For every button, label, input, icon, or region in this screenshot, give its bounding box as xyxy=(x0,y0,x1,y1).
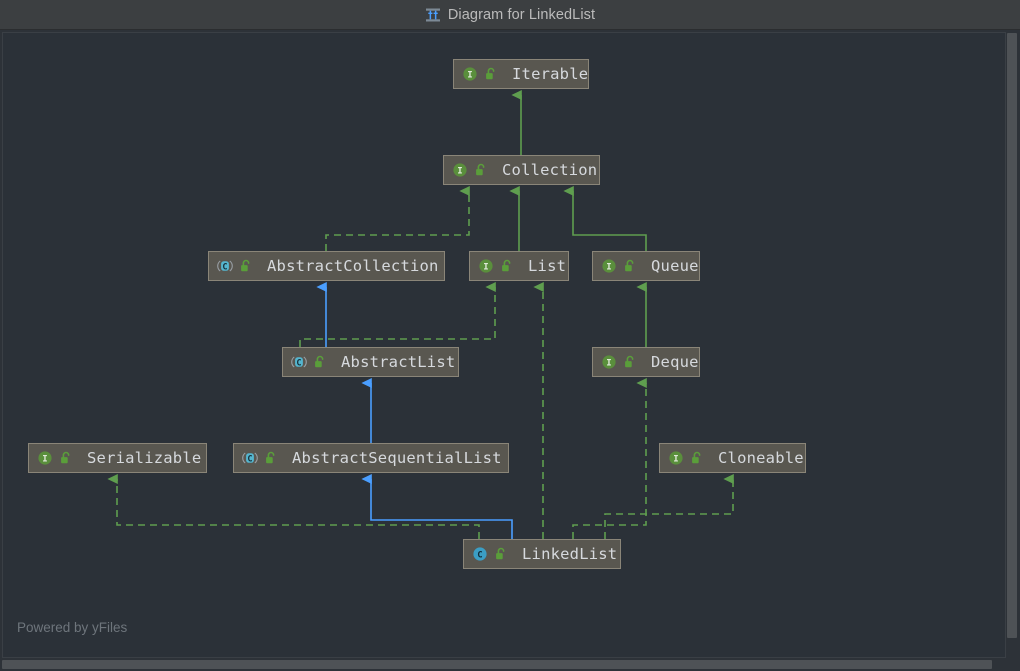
class-node-queue[interactable]: I Queue xyxy=(592,251,700,281)
class-node-label: List xyxy=(528,257,567,275)
interface-icon: I xyxy=(601,258,617,274)
svg-text:C: C xyxy=(296,358,301,368)
public-lock-icon xyxy=(499,258,515,274)
edge-linkedlist-to-serializable[interactable] xyxy=(107,474,480,539)
public-lock-icon xyxy=(689,450,705,466)
class-node-list[interactable]: I List xyxy=(469,251,569,281)
public-lock-icon xyxy=(493,546,509,562)
abstract-class-icon: C xyxy=(242,450,258,466)
svg-text:I: I xyxy=(467,71,472,81)
vertical-scrollbar-thumb[interactable] xyxy=(1007,33,1017,638)
svg-text:I: I xyxy=(673,455,678,465)
class-node-label: Queue xyxy=(651,257,699,275)
class-node-label: AbstractCollection xyxy=(267,257,439,275)
svg-text:I: I xyxy=(457,167,462,177)
svg-text:I: I xyxy=(42,455,47,465)
titlebar-content: Diagram for LinkedList xyxy=(425,7,595,23)
edge-abstractcollection-to-collection[interactable] xyxy=(325,186,470,251)
public-lock-icon xyxy=(473,162,489,178)
class-node-label: LinkedList xyxy=(522,545,618,563)
abstract-class-icon: C xyxy=(217,258,233,274)
edge-abstractlist-to-list[interactable] xyxy=(299,282,496,347)
class-node-deque[interactable]: I Deque xyxy=(592,347,700,377)
class-node-label: Cloneable xyxy=(718,449,804,467)
class-node-abstractcollection[interactable]: C AbstractCollection xyxy=(208,251,445,281)
edge-queue-to-collection[interactable] xyxy=(563,186,647,251)
interface-icon: I xyxy=(452,162,468,178)
interface-icon: I xyxy=(601,354,617,370)
class-node-abstractsequentiallist[interactable]: C AbstractSequentialList xyxy=(233,443,509,473)
diagram-window: Diagram for LinkedList I Iterable I Collect… xyxy=(0,0,1020,671)
svg-text:I: I xyxy=(483,263,488,273)
public-lock-icon xyxy=(622,258,638,274)
class-node-label: Collection xyxy=(502,161,598,179)
class-node-collection[interactable]: I Collection xyxy=(443,155,600,185)
public-lock-icon xyxy=(312,354,328,370)
horizontal-scrollbar-thumb[interactable] xyxy=(2,660,992,669)
class-node-iterable[interactable]: I Iterable xyxy=(453,59,589,89)
class-node-serializable[interactable]: I Serializable xyxy=(28,443,207,473)
scrollbar-corner xyxy=(1006,658,1020,671)
public-lock-icon xyxy=(263,450,279,466)
class-icon: C xyxy=(472,546,488,562)
class-diagram-icon xyxy=(425,7,441,23)
class-node-label: AbstractList xyxy=(341,353,456,371)
public-lock-icon xyxy=(622,354,638,370)
public-lock-icon xyxy=(58,450,74,466)
class-node-linkedlist[interactable]: C LinkedList xyxy=(463,539,621,569)
window-titlebar: Diagram for LinkedList xyxy=(0,0,1020,30)
class-node-label: Deque xyxy=(651,353,699,371)
diagram-canvas-area[interactable]: I Iterable I Collection C AbstractCollection I… xyxy=(0,30,1020,671)
interface-icon: I xyxy=(668,450,684,466)
edge-linkedlist-to-abstractsequentiallist[interactable] xyxy=(361,474,513,539)
svg-text:I: I xyxy=(606,359,611,369)
window-title: Diagram for LinkedList xyxy=(447,6,596,23)
yfiles-watermark: Powered by yFiles xyxy=(17,620,128,635)
public-lock-icon xyxy=(238,258,254,274)
diagram-canvas[interactable]: I Iterable I Collection C AbstractCollection I… xyxy=(2,32,1006,658)
interface-icon: I xyxy=(462,66,478,82)
class-node-abstractlist[interactable]: C AbstractList xyxy=(282,347,459,377)
edge-linkedlist-to-cloneable[interactable] xyxy=(604,474,734,539)
edge-linkedlist-to-deque[interactable] xyxy=(572,378,647,539)
svg-text:I: I xyxy=(606,263,611,273)
class-node-label: Serializable xyxy=(87,449,202,467)
class-node-label: AbstractSequentialList xyxy=(292,449,502,467)
svg-text:C: C xyxy=(222,262,227,272)
interface-icon: I xyxy=(478,258,494,274)
svg-text:C: C xyxy=(477,551,482,561)
class-node-label: Iterable xyxy=(512,65,589,83)
svg-text:C: C xyxy=(247,454,252,464)
interface-icon: I xyxy=(37,450,53,466)
public-lock-icon xyxy=(483,66,499,82)
class-node-cloneable[interactable]: I Cloneable xyxy=(659,443,806,473)
abstract-class-icon: C xyxy=(291,354,307,370)
